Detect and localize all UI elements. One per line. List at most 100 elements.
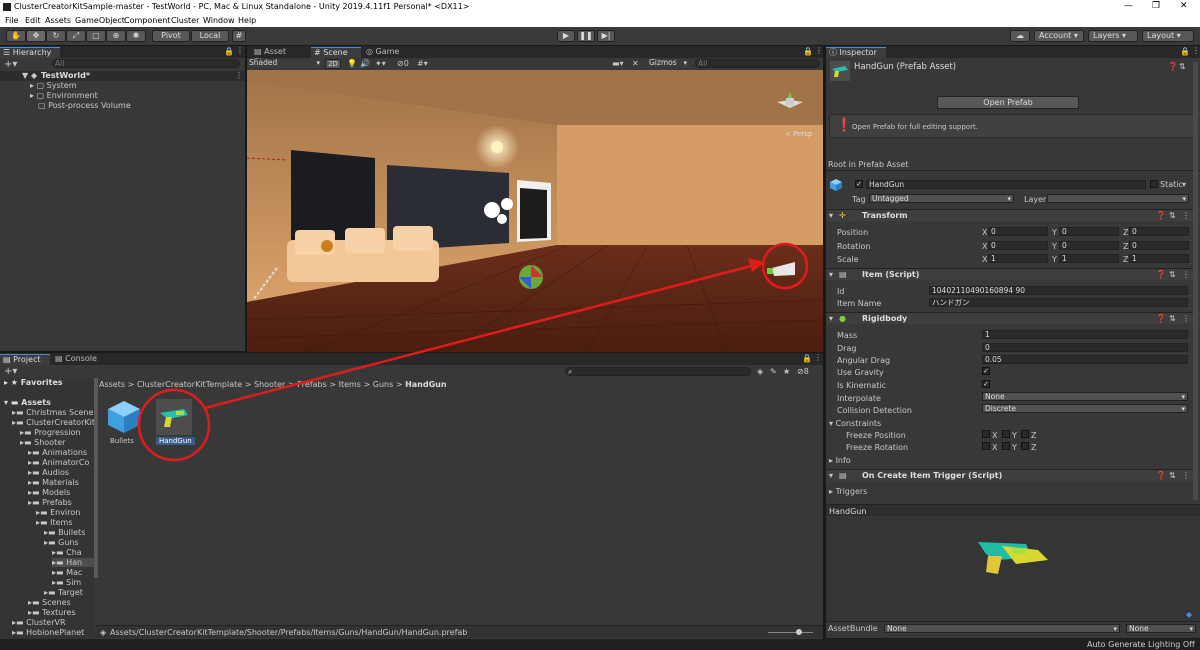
freeze-pos-x-checkbox[interactable] (982, 430, 990, 438)
open-prefab-button[interactable]: Open Prefab (937, 96, 1079, 109)
preview-area[interactable]: ◆ (826, 516, 1200, 620)
mass-label: Mass (837, 331, 858, 340)
status-bar: Auto Generate Lighting Off (0, 639, 1200, 650)
triggers-foldout[interactable]: ▸ Triggers (829, 487, 867, 496)
item-name-field[interactable]: ハンドガン (929, 298, 1188, 307)
freeze-rot-y-checkbox[interactable] (1002, 442, 1010, 450)
y-axis-label: Y (1052, 255, 1057, 264)
help-icon[interactable]: ❓ (1156, 211, 1166, 220)
freeze-rot-x-checkbox[interactable] (982, 442, 990, 450)
rigidbody-icon: ● (839, 314, 846, 323)
scale-z-field[interactable]: 1 (1129, 254, 1189, 263)
inspector-scrollbar[interactable] (1193, 62, 1198, 500)
inspector-tabbar: ⓘ Inspector 🔒 ⋮ (826, 46, 1200, 58)
scale-x-field[interactable]: 1 (988, 254, 1048, 263)
help-icon[interactable]: ❓ (1156, 314, 1166, 323)
info-text: Open Prefab for full editing support. (852, 123, 978, 131)
z-axis-label: Z (1123, 242, 1129, 251)
help-icon[interactable]: ❓ (1156, 471, 1166, 480)
item-name-label: Item Name (837, 299, 882, 308)
trigger-script-title: On Create Item Trigger (Script) (862, 471, 1003, 480)
open-prefab-label: Open Prefab (983, 98, 1033, 107)
active-checkbox[interactable]: ✓ (855, 180, 863, 188)
position-x-field[interactable]: 0 (988, 227, 1048, 236)
inspector-more-icon[interactable]: ⋮ (1192, 46, 1200, 55)
preset-icon[interactable]: ⇅ (1169, 314, 1176, 323)
z-axis-label: Z (1031, 431, 1037, 440)
preset-icon[interactable]: ⇅ (1169, 211, 1176, 220)
mass-field[interactable]: 1 (982, 330, 1188, 339)
help-icon[interactable]: ❓ (1168, 62, 1178, 71)
info-foldout[interactable]: ▸ Info (829, 456, 851, 465)
preset-icon[interactable]: ⇅ (1179, 62, 1186, 71)
rotation-z-value: 0 (1132, 241, 1137, 250)
trigger-script-header[interactable]: ▾ ▤ On Create Item Trigger (Script) ❓ ⇅ ⋮ (826, 469, 1196, 481)
inspector-lock-icon[interactable]: 🔒 (1180, 47, 1190, 56)
scale-label: Scale (837, 255, 859, 264)
rotation-x-field[interactable]: 0 (988, 241, 1048, 250)
tag-dropdown[interactable]: Untagged (869, 194, 1014, 203)
tab-inspector[interactable]: ⓘ Inspector (826, 47, 886, 58)
preset-icon[interactable]: ⇅ (1169, 270, 1176, 279)
static-checkbox[interactable] (1150, 180, 1158, 188)
use-gravity-checkbox[interactable]: ✓ (982, 367, 990, 375)
freeze-pos-z-checkbox[interactable] (1021, 430, 1029, 438)
collision-detection-label: Collision Detection (837, 406, 912, 415)
rotation-y-field[interactable]: 0 (1059, 241, 1119, 250)
rotation-z-field[interactable]: 0 (1129, 241, 1189, 250)
static-dropdown-icon[interactable]: ▾ (1182, 180, 1186, 189)
script-icon: ▤ (839, 471, 847, 480)
context-menu-icon[interactable]: ⋮ (1182, 211, 1190, 220)
id-label: Id (837, 287, 845, 296)
z-axis-label: Z (1123, 228, 1129, 237)
context-menu-icon[interactable]: ⋮ (1182, 270, 1190, 279)
inspector-tab-label: Inspector (839, 48, 877, 57)
assetbundle-variant-value: None (1129, 624, 1149, 633)
id-field[interactable]: 10402110490160894 90 (929, 286, 1188, 295)
transform-header[interactable]: ▾ ✛ Transform ❓ ⇅ ⋮ (826, 209, 1196, 221)
assetbundle-variant-dropdown[interactable]: None (1126, 624, 1196, 633)
z-axis-label: Z (1123, 255, 1129, 264)
freeze-rot-z-checkbox[interactable] (1021, 442, 1029, 450)
x-axis-label: X (992, 431, 998, 440)
assetbundle-bar: AssetBundle None None (826, 621, 1200, 634)
context-menu-icon[interactable]: ⋮ (1182, 314, 1190, 323)
preview-settings-icon[interactable]: ◆ (1186, 610, 1192, 619)
is-kinematic-checkbox[interactable]: ✓ (982, 380, 990, 388)
angular-drag-label: Angular Drag (837, 356, 891, 365)
drag-label: Drag (837, 344, 857, 353)
scale-y-value: 1 (1062, 254, 1067, 263)
position-y-field[interactable]: 0 (1059, 227, 1119, 236)
drag-field[interactable]: 0 (982, 343, 1188, 352)
triggers-label: Triggers (835, 487, 868, 496)
position-z-field[interactable]: 0 (1129, 227, 1189, 236)
preset-icon[interactable]: ⇅ (1169, 471, 1176, 480)
interpolate-dropdown[interactable]: None (982, 392, 1188, 401)
position-y-value: 0 (1062, 227, 1067, 236)
freeze-pos-y-checkbox[interactable] (1002, 430, 1010, 438)
context-menu-icon[interactable]: ⋮ (1182, 471, 1190, 480)
info-helpbox: ❗ Open Prefab for full editing support. (829, 114, 1194, 138)
tag-value: Untagged (872, 194, 909, 203)
item-script-header[interactable]: ▾ ▤ Item (Script) ❓ ⇅ ⋮ (826, 268, 1196, 280)
gameobject-cube-icon (830, 179, 842, 191)
foldout-arrow-icon[interactable]: ▾ (829, 270, 833, 279)
script-icon: ▤ (839, 270, 847, 279)
foldout-arrow-icon[interactable]: ▾ (829, 211, 833, 220)
angular-drag-field[interactable]: 0.05 (982, 355, 1188, 364)
y-axis-label: Y (1052, 242, 1057, 251)
foldout-arrow-icon[interactable]: ▾ (829, 314, 833, 323)
layer-dropdown[interactable] (1047, 194, 1189, 203)
rigidbody-header[interactable]: ▾ ● Rigidbody ❓ ⇅ ⋮ (826, 312, 1196, 324)
foldout-arrow-icon[interactable]: ▾ (829, 471, 833, 480)
collision-detection-dropdown[interactable]: Discrete (982, 404, 1188, 413)
interpolate-label: Interpolate (837, 394, 881, 403)
x-axis-label: X (982, 255, 988, 264)
assetbundle-dropdown[interactable]: None (884, 624, 1120, 633)
scale-y-field[interactable]: 1 (1059, 254, 1119, 263)
help-icon[interactable]: ❓ (1156, 270, 1166, 279)
preview-header[interactable]: HandGun (826, 504, 1200, 516)
constraints-foldout[interactable]: ▾ Constraints (829, 419, 881, 428)
transform-icon: ✛ (839, 211, 846, 220)
gameobject-name-field[interactable]: HandGun (866, 180, 1146, 189)
